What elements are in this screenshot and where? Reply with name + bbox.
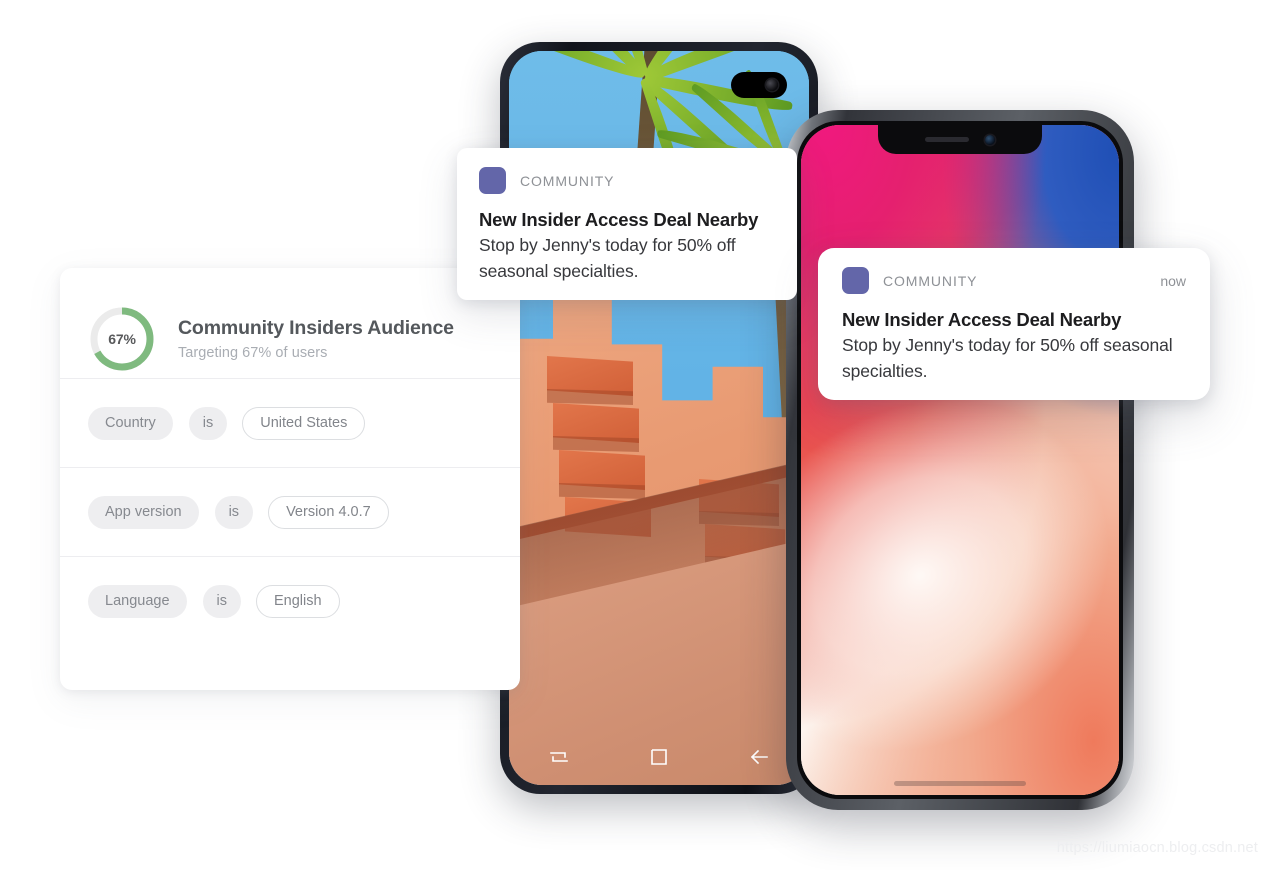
rule-operator-app-version[interactable]: is — [214, 495, 254, 529]
home-square-icon[interactable] — [631, 737, 687, 777]
notification-body: Stop by Jenny's today for 50% off season… — [842, 335, 1173, 381]
notification-header: COMMUNITY now — [842, 267, 1186, 294]
iphone-wallpaper — [801, 125, 1119, 795]
recents-icon[interactable] — [531, 737, 587, 777]
donut-percent-label: 67% — [108, 331, 136, 347]
audience-subtitle: Targeting 67% of users — [178, 345, 328, 362]
rule-operator-language[interactable]: is — [202, 584, 241, 618]
notification-header: COMMUNITY — [479, 167, 775, 194]
notification-app-name: COMMUNITY — [883, 272, 978, 289]
android-notification-card[interactable]: COMMUNITY New Insider Access Deal Nearby… — [457, 148, 797, 300]
adobe-ornament-shade — [559, 483, 645, 499]
front-camera-icon — [985, 134, 995, 145]
iphone-notch — [878, 125, 1042, 154]
rule-attribute-country[interactable]: Country — [88, 406, 173, 440]
notification-body: Stop by Jenny's today for 50% off season… — [479, 235, 736, 281]
rule-value-country[interactable]: United States — [242, 406, 366, 440]
community-app-icon — [842, 267, 869, 294]
audience-title: Community Insiders Audience — [178, 316, 454, 339]
audience-card-titles: Community Insiders Audience Targeting 67… — [178, 317, 454, 361]
iphone-bezel — [797, 121, 1123, 799]
rule-attribute-language[interactable]: Language — [88, 584, 187, 618]
android-nav-bar — [509, 729, 809, 785]
watermark-url: https://liumiaocn.blog.csdn.net — [1056, 840, 1258, 856]
targeting-rule-row: App version is Version 4.0.7 — [60, 468, 520, 556]
home-indicator[interactable] — [894, 781, 1026, 786]
adobe-ornament-shade — [553, 436, 639, 452]
earpiece-speaker-icon — [925, 137, 969, 142]
targeting-rule-row: Language is English — [60, 557, 520, 645]
iphone-screen — [801, 125, 1119, 795]
adobe-ornament-shade — [547, 389, 633, 405]
community-app-icon — [479, 167, 506, 194]
back-arrow-icon[interactable] — [731, 737, 787, 777]
punch-hole-camera-icon — [731, 72, 787, 98]
camera-lens-icon — [766, 79, 778, 91]
notification-app-name: COMMUNITY — [520, 172, 615, 189]
rule-value-language[interactable]: English — [256, 584, 340, 618]
audience-card-header: 67% Community Insiders Audience Targetin… — [60, 268, 520, 378]
rule-operator-country[interactable]: is — [188, 406, 228, 440]
targeting-donut-chart: 67% — [88, 305, 156, 373]
notification-title: New Insider Access Deal Nearby — [842, 309, 1122, 330]
iphone-device — [786, 110, 1134, 810]
screenshot-stage: 67% Community Insiders Audience Targetin… — [0, 0, 1272, 870]
ios-notification-card[interactable]: COMMUNITY now New Insider Access Deal Ne… — [818, 248, 1210, 400]
rule-attribute-app-version[interactable]: App version — [88, 495, 199, 529]
audience-targeting-card: 67% Community Insiders Audience Targetin… — [60, 268, 520, 690]
targeting-rule-row: Country is United States — [60, 379, 520, 467]
notification-timestamp: now — [1160, 272, 1186, 289]
notification-title: New Insider Access Deal Nearby — [479, 209, 759, 230]
rule-value-app-version[interactable]: Version 4.0.7 — [268, 495, 389, 529]
